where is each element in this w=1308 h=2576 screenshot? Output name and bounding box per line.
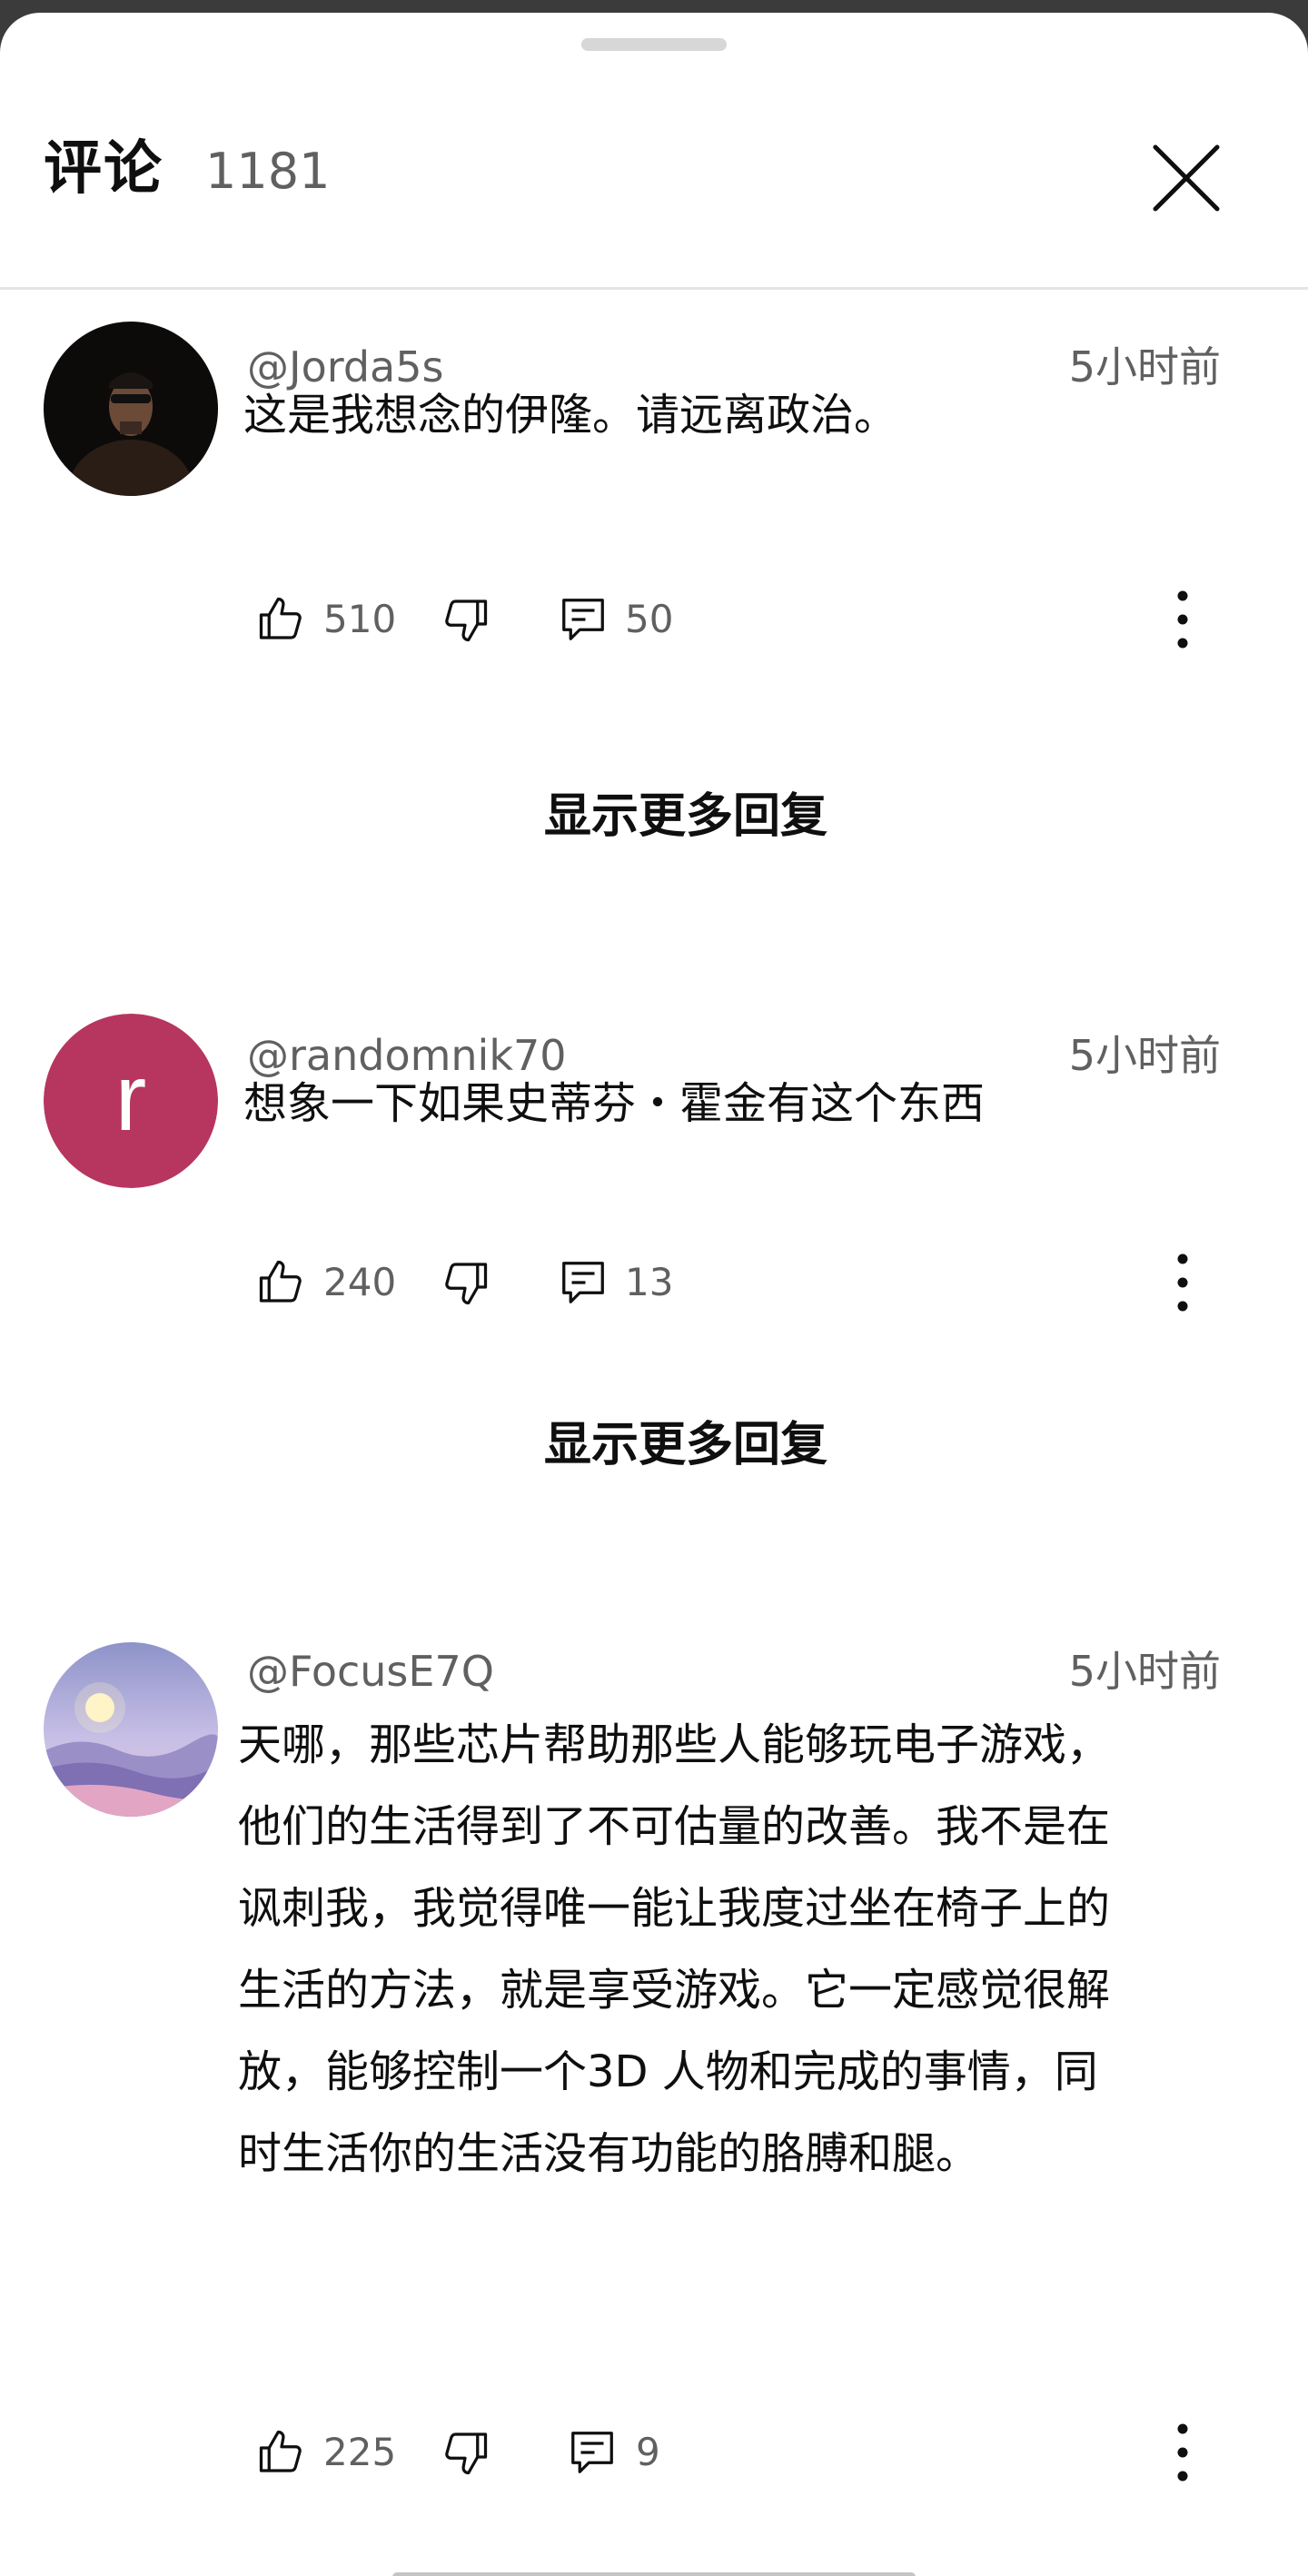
avatar-letter: r xyxy=(44,1014,218,1188)
like-count: 240 xyxy=(323,1260,397,1304)
landscape-image-icon xyxy=(44,1642,218,1817)
like-button[interactable] xyxy=(254,592,309,647)
more-options-button[interactable] xyxy=(1155,1246,1210,1319)
comment-text-line: 这是我想念的伊隆。请远离政治。 xyxy=(243,390,898,441)
close-button[interactable] xyxy=(1148,140,1224,216)
more-vert-icon xyxy=(1177,1253,1188,1312)
comment-text: 这是我想念的伊隆。请远离政治。 xyxy=(243,374,897,456)
comment-text-line: 讽刺我，我觉得唯一能让我度过坐在椅子上的 xyxy=(238,1883,1111,1934)
more-options-button[interactable] xyxy=(1155,2416,1210,2489)
avatar[interactable]: r xyxy=(44,1014,218,1188)
comment-time: 5小时前 xyxy=(1068,1647,1221,1696)
like-count: 225 xyxy=(323,2430,397,2474)
comment-text-line: 生活的方法，就是享受游戏。它一定感觉很解 xyxy=(238,1965,1111,2016)
more-options-button[interactable] xyxy=(1155,583,1210,656)
comment-text-line: 想象一下如果史蒂芬・霍金有这个东西 xyxy=(243,1078,986,1129)
dislike-button[interactable] xyxy=(438,592,492,647)
comment-actions: 225 9 xyxy=(247,2416,1246,2489)
thumbs-down-icon xyxy=(445,599,488,642)
comments-header: 评论 1181 xyxy=(0,13,1308,290)
comments-count: 1181 xyxy=(205,143,331,200)
comment-actions: 240 13 xyxy=(247,1246,1246,1319)
more-vert-icon xyxy=(1177,2423,1188,2482)
like-button[interactable] xyxy=(254,1255,309,1310)
avatar[interactable] xyxy=(44,322,218,496)
reply-button[interactable] xyxy=(556,1255,610,1310)
thumbs-up-icon xyxy=(259,1260,302,1303)
reply-count: 13 xyxy=(625,1260,674,1304)
comment-text: 想象一下如果史蒂芬・霍金有这个东西 xyxy=(243,1063,985,1144)
show-more-replies-button[interactable]: 显示更多回复 xyxy=(0,1413,1308,1477)
comment-text-line: 时生活你的生活没有功能的胳膊和腿。 xyxy=(238,2128,980,2179)
comment-text-line: 放，能够控制一个3D 人物和完成的事情，同 xyxy=(238,2046,1098,2097)
like-count: 510 xyxy=(323,597,397,641)
close-icon xyxy=(1153,144,1220,212)
comment-author[interactable]: @FocusE7Q xyxy=(247,1644,494,1699)
thumbs-down-icon xyxy=(445,1263,488,1305)
avatar[interactable] xyxy=(44,1642,218,1817)
comments-title: 评论 xyxy=(44,135,164,203)
reply-icon xyxy=(562,599,604,640)
comment-text-line: 他们的生活得到了不可估量的改善。我不是在 xyxy=(238,1801,1111,1852)
comment-time: 5小时前 xyxy=(1068,342,1221,391)
show-more-replies-button[interactable]: 显示更多回复 xyxy=(0,785,1308,848)
thumbs-up-icon xyxy=(259,2430,302,2472)
home-indicator[interactable] xyxy=(392,2572,916,2576)
comment-text-line: 天哪，那些芯片帮助那些人能够玩电子游戏， xyxy=(238,1719,1111,1770)
like-button[interactable] xyxy=(254,2425,309,2480)
dislike-button[interactable] xyxy=(438,1255,492,1310)
reply-icon xyxy=(562,1262,604,1303)
reply-count: 50 xyxy=(625,597,674,641)
comment-time: 5小时前 xyxy=(1068,1031,1221,1080)
thumbs-down-icon xyxy=(445,2432,488,2475)
comment-text: 天哪，那些芯片帮助那些人能够玩电子游戏， 他们的生活得到了不可估量的改善。我不是… xyxy=(238,1704,1110,2195)
reply-count: 9 xyxy=(636,2430,660,2474)
thumbs-up-icon xyxy=(259,597,302,639)
more-vert-icon xyxy=(1177,590,1188,649)
reply-icon xyxy=(571,2432,613,2473)
comment-actions: 510 50 xyxy=(247,583,1246,656)
reply-button[interactable] xyxy=(556,592,610,647)
dislike-button[interactable] xyxy=(438,2425,492,2480)
comments-sheet: 评论 1181 @Jorda5s 5小时前 这是我想念的伊隆。请远离政治。 51… xyxy=(0,13,1308,2576)
person-photo-icon xyxy=(44,322,218,496)
reply-button[interactable] xyxy=(565,2425,619,2480)
